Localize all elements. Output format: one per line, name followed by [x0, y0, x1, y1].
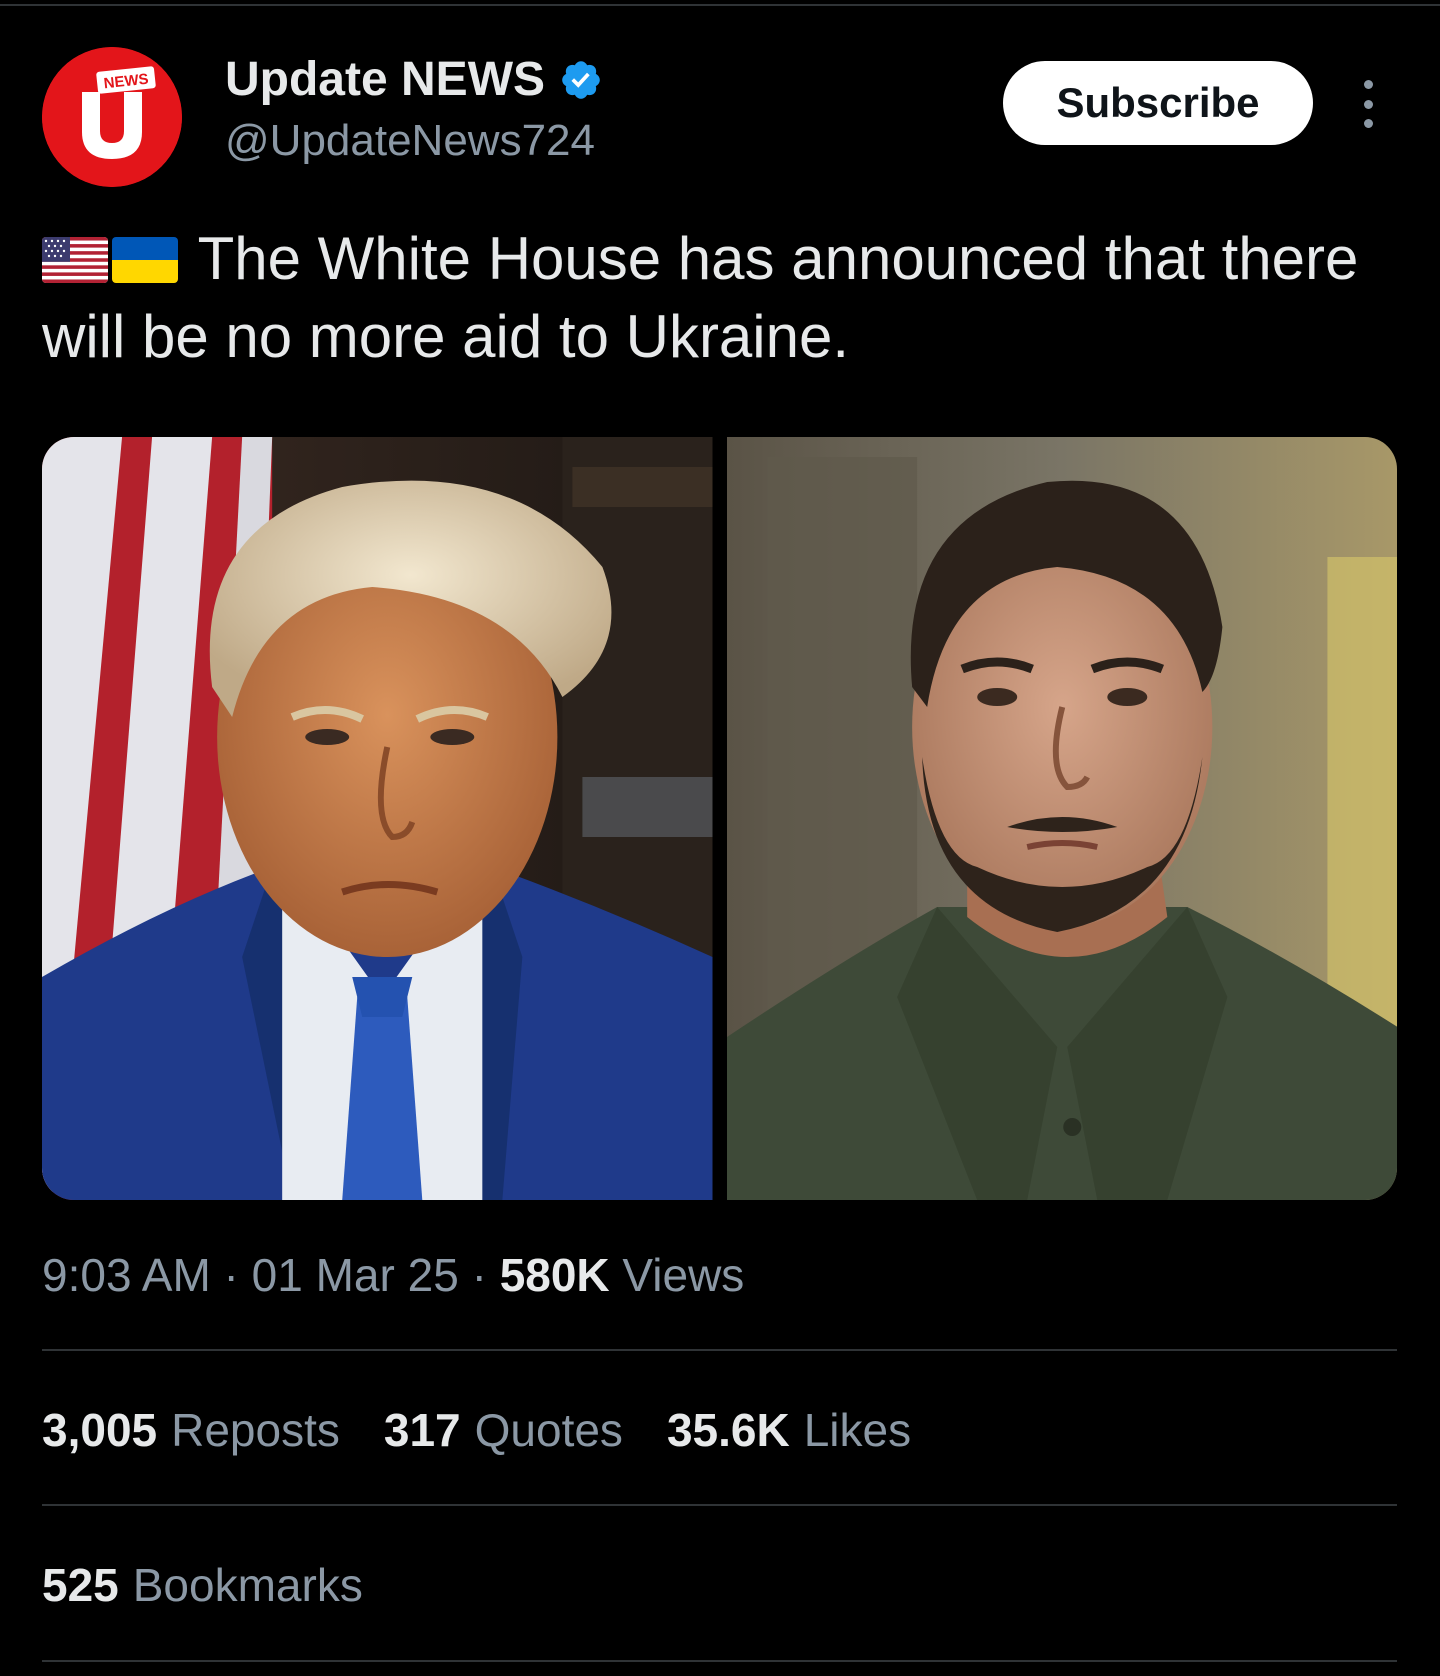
more-vertical-icon[interactable] [1356, 80, 1380, 128]
bookmarks-count: 525 [42, 1559, 119, 1611]
portrait-image-right [726, 437, 1397, 1200]
likes-stat[interactable]: 35.6K Likes [667, 1403, 911, 1457]
photo-right[interactable] [726, 437, 1397, 1200]
ukraine-flag-icon [112, 237, 178, 283]
engagement-stats: 3,005 Reposts 317 Quotes 35.6K Likes [42, 1403, 911, 1457]
tweet-text-body: The White House has announced that there… [42, 225, 1359, 370]
media-grid [42, 437, 1397, 1200]
tweet-meta: 9:03 AM · 01 Mar 25 · 580K Views [42, 1248, 744, 1302]
reposts-label: Reposts [171, 1404, 340, 1456]
bookmarks-label: Bookmarks [132, 1559, 363, 1611]
subscribe-button[interactable]: Subscribe [1003, 61, 1313, 145]
tweet-date[interactable]: 01 Mar 25 [252, 1249, 459, 1301]
divider [42, 1660, 1397, 1662]
photo-left[interactable] [42, 437, 713, 1200]
divider [42, 1504, 1397, 1506]
meta-separator: · [458, 1249, 500, 1301]
top-divider [0, 4, 1440, 6]
tweet-text: The White House has announced that there… [42, 220, 1402, 376]
likes-count: 35.6K [666, 1404, 790, 1456]
likes-label: Likes [803, 1404, 912, 1456]
display-name[interactable]: Update NEWS [225, 52, 603, 107]
views-label: Views [609, 1249, 745, 1301]
tweet-time[interactable]: 9:03 AM [42, 1249, 211, 1301]
reposts-count: 3,005 [42, 1404, 158, 1456]
reposts-stat[interactable]: 3,005 Reposts [42, 1403, 340, 1457]
account-handle[interactable]: @UpdateNews724 [225, 116, 595, 166]
portrait-image-left [42, 437, 713, 1200]
bookmarks-stat[interactable]: 525 Bookmarks [42, 1558, 363, 1612]
quotes-label: Quotes [474, 1404, 623, 1456]
divider [42, 1349, 1397, 1351]
quotes-stat[interactable]: 317 Quotes [384, 1403, 623, 1457]
views-count: 580K [499, 1249, 610, 1301]
quotes-count: 317 [383, 1404, 461, 1456]
news-logo-icon: NEWS [42, 47, 182, 187]
verified-badge-icon [559, 58, 603, 102]
meta-separator: · [210, 1249, 252, 1301]
us-flag-icon [42, 237, 108, 283]
display-name-text: Update NEWS [225, 53, 546, 106]
avatar[interactable]: NEWS [42, 47, 182, 187]
